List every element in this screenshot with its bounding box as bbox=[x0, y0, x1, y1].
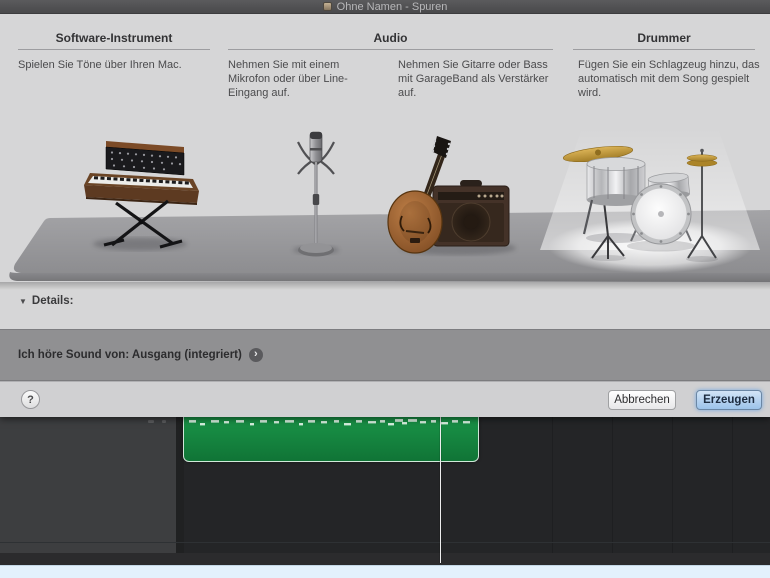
tracks-area bbox=[0, 417, 770, 565]
dialog-footer: ? Abbrechen Erzeugen bbox=[0, 381, 770, 417]
header-underline bbox=[18, 49, 210, 50]
header-drummer: Drummer bbox=[637, 31, 691, 45]
header-software-instrument: Software-Instrument bbox=[55, 31, 173, 45]
tracks-footer-strip bbox=[0, 553, 770, 565]
microphone-image[interactable] bbox=[286, 128, 346, 260]
desc-software-instrument: Spielen Sie Töne über Ihren Mac. bbox=[18, 59, 182, 71]
synth-panel bbox=[105, 141, 185, 176]
bass-drum bbox=[630, 183, 692, 245]
question-mark-icon: ? bbox=[27, 393, 34, 406]
create-button[interactable]: Erzeugen bbox=[696, 390, 762, 410]
sound-output-row: Ich höre Sound von: Ausgang (integriert)… bbox=[0, 329, 770, 381]
proxy-document-icon bbox=[322, 2, 332, 11]
header-audio: Audio bbox=[373, 31, 408, 45]
amp bbox=[432, 180, 510, 247]
midi-notes-preview bbox=[189, 419, 470, 426]
grid-line bbox=[552, 417, 553, 553]
window-titlebar[interactable]: Ohne Namen - Spuren bbox=[0, 0, 770, 14]
grid-line bbox=[612, 417, 613, 553]
new-track-dialog: Ohne Namen - Spuren Software-Instrument … bbox=[0, 0, 770, 417]
window-title: Ohne Namen - Spuren bbox=[336, 0, 448, 13]
x-stand bbox=[103, 199, 183, 249]
details-disclosure[interactable]: ▼ Details: bbox=[19, 295, 73, 307]
drums-image[interactable] bbox=[528, 118, 770, 278]
grid-line bbox=[672, 417, 673, 553]
grid-line bbox=[732, 417, 733, 553]
track-control-glyph bbox=[162, 420, 166, 423]
sound-output-disclosure-button[interactable]: › bbox=[248, 348, 263, 362]
track-header-column[interactable] bbox=[0, 417, 184, 553]
guitar-amp-image[interactable] bbox=[383, 128, 518, 256]
sound-output-text: Ich höre Sound von: Ausgang (integriert) bbox=[18, 349, 242, 361]
playhead[interactable] bbox=[440, 417, 441, 563]
help-button[interactable]: ? bbox=[21, 390, 40, 409]
disclosure-triangle-icon: ▼ bbox=[19, 296, 27, 306]
midi-region-green[interactable] bbox=[183, 417, 479, 462]
header-underline bbox=[573, 49, 755, 50]
transport-strip bbox=[0, 565, 770, 578]
cancel-button[interactable]: Abbrechen bbox=[608, 390, 676, 410]
header-underline bbox=[228, 49, 553, 50]
chevron-right-icon: › bbox=[253, 348, 258, 360]
desc-audio-microphone: Nehmen Sie mit einem Mikrofon oder über … bbox=[228, 59, 348, 99]
desc-audio-guitar: Nehmen Sie Gitarre oder Bass mit GarageB… bbox=[398, 59, 549, 99]
synth-keybed bbox=[84, 173, 199, 205]
garageband-window: Ohne Namen - Spuren Software-Instrument … bbox=[0, 0, 770, 578]
mic-stand bbox=[298, 164, 334, 257]
track-row-divider bbox=[0, 542, 770, 543]
keyboard-instrument-image[interactable] bbox=[78, 133, 203, 251]
details-label: Details: bbox=[31, 295, 74, 307]
track-control-glyph bbox=[148, 420, 154, 423]
desc-drummer: Fügen Sie ein Schlagzeug hinzu, das auto… bbox=[578, 59, 760, 99]
